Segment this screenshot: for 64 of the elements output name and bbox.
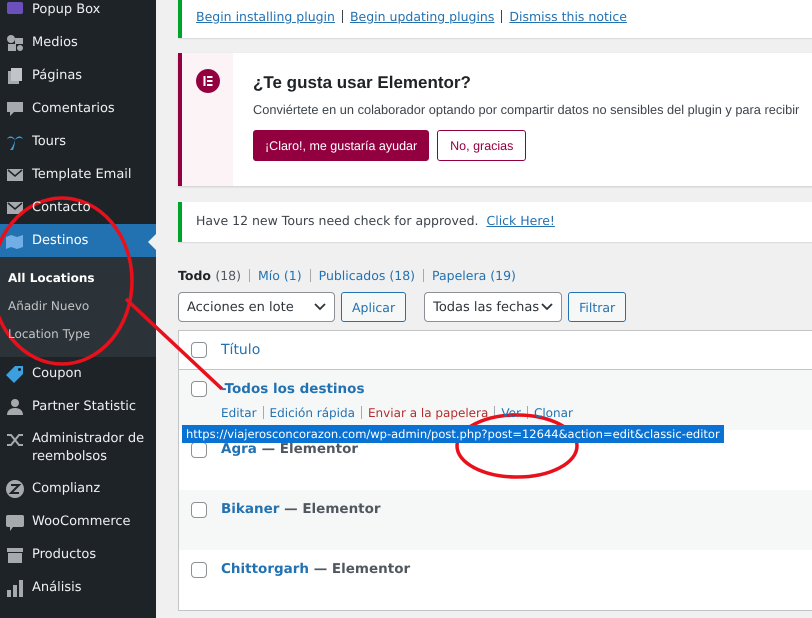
- notice-text: Conviértete en un colaborador optando por compartir datos no sensibles del plugin y para recibir: [253, 102, 800, 117]
- sidebar-item[interactable]: Productos: [0, 538, 156, 571]
- notice-link[interactable]: Dismiss this notice: [509, 8, 627, 24]
- row-checkbox[interactable]: [191, 502, 207, 518]
- sidebar-item[interactable]: Análisis: [0, 571, 156, 604]
- notice-title: ¿Te gusta usar Elementor?: [253, 73, 472, 93]
- tag-icon: [5, 364, 25, 384]
- comment-icon: [5, 99, 25, 119]
- filter-link[interactable]: Todo (18): [178, 268, 242, 283]
- media-icon: [5, 33, 25, 53]
- notice-link[interactable]: Begin updating plugins: [350, 8, 494, 24]
- apply-button[interactable]: Aplicar: [341, 292, 406, 322]
- dropdown[interactable]: Acciones en lote: [178, 292, 335, 322]
- notice-text: Have 12 new Tours need check for approved.: [196, 212, 478, 228]
- row-action-link[interactable]: Clonar: [534, 406, 573, 420]
- sidebar-item[interactable]: Template Email: [0, 158, 156, 191]
- sidebar-item[interactable]: Comentarios: [0, 92, 156, 125]
- post-title-link[interactable]: Agra: [221, 441, 257, 457]
- pages-icon: [5, 66, 25, 86]
- post-state: — Elementor: [283, 501, 381, 517]
- elementor-logo-icon: [196, 69, 220, 93]
- submenu-item[interactable]: Añadir Nuevo: [0, 292, 156, 320]
- sidebar-item[interactable]: Destinos: [0, 224, 156, 257]
- post-state: — Elementor: [260, 441, 358, 457]
- notice-link[interactable]: Click Here!: [486, 212, 555, 228]
- sidebar-item[interactable]: Partner Statistic: [0, 390, 156, 423]
- post-title-link[interactable]: Bikaner: [221, 501, 280, 517]
- sidebar-item[interactable]: WooCommerce: [0, 505, 156, 538]
- sidebar-item[interactable]: Complianz: [0, 472, 156, 505]
- circle-z-icon: [5, 479, 25, 499]
- sidebar-item[interactable]: Contacto: [0, 191, 156, 224]
- row-action-link[interactable]: Editar: [221, 406, 257, 420]
- row-checkbox[interactable]: [191, 562, 207, 578]
- submenu-item[interactable]: All Locations: [0, 264, 156, 292]
- row-action-link[interactable]: Enviar a la papelera: [368, 406, 488, 420]
- filter-link[interactable]: Papelera (19): [432, 268, 516, 283]
- row-action-link[interactable]: Edición rápida: [270, 406, 355, 420]
- sidebar-item[interactable]: Páginas: [0, 59, 156, 92]
- select-all-checkbox[interactable]: [191, 342, 207, 358]
- chevron-down-icon: [541, 303, 554, 311]
- post-title-link[interactable]: Chittorgarh: [221, 561, 310, 577]
- notice-link[interactable]: Begin installing plugin: [196, 8, 335, 24]
- archive-icon: [5, 545, 25, 565]
- sidebar-item[interactable]: Coupon: [0, 357, 156, 390]
- post-state: — Elementor: [312, 561, 410, 577]
- url-tooltip: https://viajerosconcorazon.com/wp-admin/post.php?post=12644&action=edit&classic-editor: [182, 425, 724, 443]
- row-checkbox[interactable]: [191, 442, 207, 458]
- row-checkbox[interactable]: [191, 381, 207, 397]
- submenu-item[interactable]: Location Type: [0, 320, 156, 348]
- sidebar-item[interactable]: Administrador de reembolsos: [0, 423, 156, 472]
- column-header[interactable]: Título: [221, 342, 260, 358]
- post-title-link[interactable]: -Todos los destinos: [221, 381, 364, 397]
- sidebar-item[interactable]: Medios: [0, 26, 156, 59]
- sidebar-item[interactable]: Popup Box: [0, 0, 156, 26]
- sidebar-item[interactable]: Tours: [0, 125, 156, 158]
- bar-chart-icon: [5, 578, 25, 598]
- decline-button[interactable]: No, gracias: [437, 130, 526, 161]
- chevron-down-icon: [314, 303, 326, 311]
- dropdown[interactable]: Todas las fechas: [424, 292, 562, 322]
- filter-button[interactable]: Filtrar: [568, 292, 626, 322]
- filter-link[interactable]: Mío (1): [258, 268, 302, 283]
- accept-button[interactable]: ¡Claro!, me gustaría ayudar: [253, 130, 430, 161]
- filter-link[interactable]: Publicados (18): [318, 268, 416, 283]
- person-icon: [5, 397, 25, 417]
